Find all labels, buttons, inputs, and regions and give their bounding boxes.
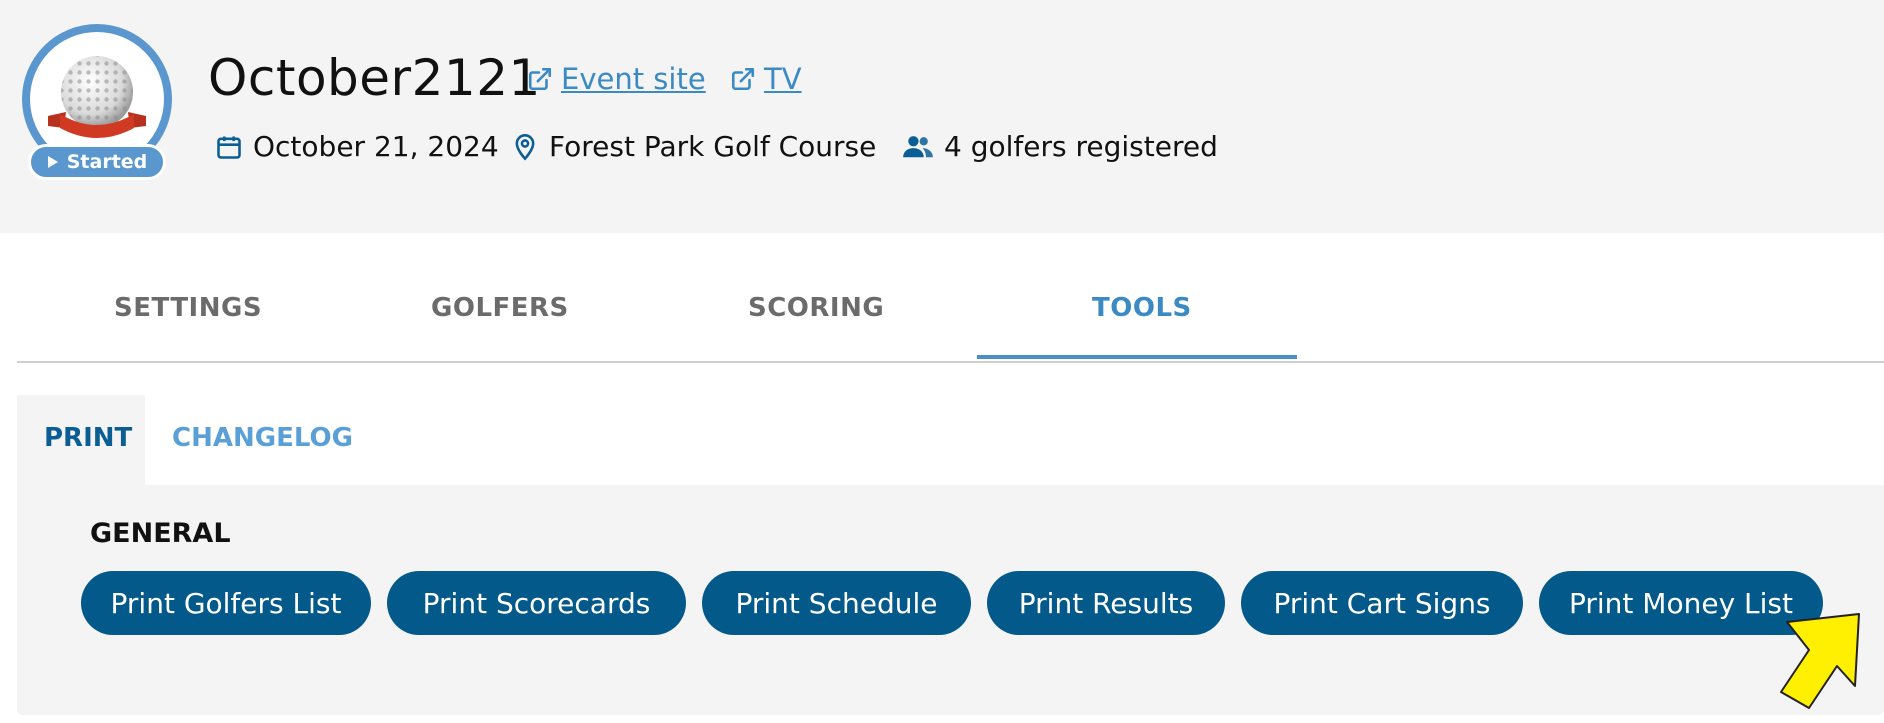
tab-golfers[interactable]: GOLFERS — [431, 293, 569, 323]
tab-tools[interactable]: TOOLS — [1092, 293, 1192, 323]
users-icon — [903, 135, 933, 157]
event-date: October 21, 2024 — [215, 130, 499, 163]
section-title-general: GENERAL — [90, 518, 231, 549]
play-icon — [47, 156, 58, 168]
page-title: October2121 — [208, 49, 541, 107]
event-site-label: Event site — [561, 62, 706, 96]
print-cart-signs-button[interactable]: Print Cart Signs — [1241, 571, 1523, 635]
external-link-icon — [731, 67, 755, 91]
event-date-text: October 21, 2024 — [253, 130, 499, 163]
print-scorecards-button[interactable]: Print Scorecards — [387, 571, 686, 635]
print-golfers-list-button[interactable]: Print Golfers List — [81, 571, 371, 635]
active-tab-indicator — [977, 355, 1297, 359]
main-tabs: SETTINGS GOLFERS SCORING TOOLS — [17, 233, 1884, 363]
status-label: Started — [66, 151, 148, 173]
location-pin-icon — [515, 133, 535, 161]
status-badge: Started — [28, 144, 166, 180]
external-link-icon — [528, 67, 552, 91]
tab-scoring[interactable]: SCORING — [748, 293, 884, 323]
print-schedule-button[interactable]: Print Schedule — [702, 571, 971, 635]
tv-link[interactable]: TV — [730, 62, 802, 96]
event-location-text: Forest Park Golf Course — [549, 130, 877, 163]
tab-settings[interactable]: SETTINGS — [114, 293, 262, 323]
pointer-arrow-icon — [1780, 613, 1860, 709]
event-header: Started October2121 Event site TV Octobe… — [0, 0, 1884, 233]
tv-label: TV — [764, 62, 802, 96]
subtab-changelog[interactable]: CHANGELOG — [172, 423, 353, 453]
print-results-button[interactable]: Print Results — [987, 571, 1225, 635]
calendar-icon — [217, 136, 241, 159]
subtab-print[interactable]: PRINT — [44, 423, 132, 453]
event-registered-text: 4 golfers registered — [944, 130, 1218, 163]
event-site-link[interactable]: Event site — [527, 62, 706, 96]
event-registered: 4 golfers registered — [902, 130, 1218, 163]
event-location: Forest Park Golf Course — [511, 130, 876, 163]
